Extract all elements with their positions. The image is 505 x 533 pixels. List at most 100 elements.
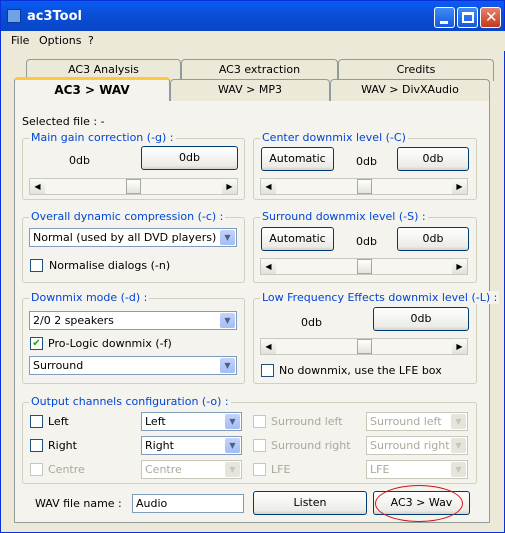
no-downmix-label: No downmix, use the LFE box <box>279 364 442 377</box>
surround-right-checkbox[interactable] <box>253 439 266 452</box>
slider-thumb[interactable] <box>356 339 372 354</box>
tab-ac3-extraction[interactable]: AC3 extraction <box>181 59 338 81</box>
left-channel-select[interactable]: Left ▼ <box>141 412 242 431</box>
surround-slider[interactable]: ◀ ▶ <box>260 258 468 275</box>
dynamic-compression-select[interactable]: Normal (used by all DVD players) ▼ <box>29 228 237 247</box>
prologic-variant-value: Surround <box>33 359 84 372</box>
chevron-down-icon[interactable]: ▼ <box>451 414 466 429</box>
chevron-down-icon[interactable]: ▼ <box>225 462 240 477</box>
main-gain-reset-button[interactable]: 0db <box>141 146 238 170</box>
lfe-checkbox[interactable] <box>253 463 266 476</box>
menu-bar: File Options ? <box>2 31 505 51</box>
chevron-down-icon[interactable]: ▼ <box>220 313 235 328</box>
scroll-right-icon[interactable]: ▶ <box>452 339 467 354</box>
main-gain-slider[interactable]: ◀ ▶ <box>29 178 238 195</box>
window-title: ac3Tool <box>27 9 82 24</box>
surround-reset-button[interactable]: 0db <box>397 227 469 251</box>
right-label: Right <box>48 439 77 452</box>
center-slider[interactable]: ◀ ▶ <box>260 178 468 195</box>
chevron-down-icon[interactable]: ▼ <box>225 438 240 453</box>
downmix-mode-value: 2/0 2 speakers <box>33 314 114 327</box>
slider-thumb[interactable] <box>356 179 372 194</box>
menu-file[interactable]: File <box>11 34 29 47</box>
menu-options[interactable]: Options <box>39 34 81 47</box>
maximize-icon <box>462 12 474 23</box>
chevron-down-icon[interactable]: ▼ <box>451 462 466 477</box>
dynamic-compression-group: Overall dynamic compression (-c) : <box>22 210 245 283</box>
wav-file-name-label: WAV file name : <box>35 497 122 510</box>
main-gain-label: Main gain correction (-g) : <box>29 131 176 144</box>
dynamic-compression-label: Overall dynamic compression (-c) : <box>29 210 226 223</box>
surround-right-channel-select[interactable]: Surround right ▼ <box>366 436 468 455</box>
surround-value: 0db <box>356 235 377 248</box>
listen-button[interactable]: Listen <box>253 491 367 515</box>
dynamic-compression-value: Normal (used by all DVD players) <box>33 231 217 244</box>
chevron-down-icon[interactable]: ▼ <box>220 230 235 245</box>
tab-credits[interactable]: Credits <box>338 59 494 81</box>
surround-automatic-button[interactable]: Automatic <box>261 227 334 251</box>
scroll-left-icon[interactable]: ◀ <box>261 179 276 194</box>
surround-left-checkbox[interactable] <box>253 415 266 428</box>
right-channel-select[interactable]: Right ▼ <box>141 436 242 455</box>
scroll-left-icon[interactable]: ◀ <box>261 339 276 354</box>
normalise-label: Normalise dialogs (-n) <box>49 259 171 272</box>
surround-downmix-label: Surround downmix level (-S) : <box>260 210 428 223</box>
centre-checkbox[interactable] <box>30 463 43 476</box>
maximize-button[interactable] <box>457 7 478 28</box>
normalise-checkbox[interactable] <box>30 259 43 272</box>
right-channel-value: Right <box>145 439 174 452</box>
prologic-checkbox[interactable]: ✔ <box>30 337 43 350</box>
lfe-downmix-label: Low Frequency Effects downmix level (-L)… <box>260 291 500 304</box>
scroll-right-icon[interactable]: ▶ <box>452 259 467 274</box>
chevron-down-icon[interactable]: ▼ <box>451 438 466 453</box>
main-gain-value: 0db <box>69 154 90 167</box>
lfe-channel-label: LFE <box>271 463 291 476</box>
chevron-down-icon[interactable]: ▼ <box>225 414 240 429</box>
right-checkbox[interactable] <box>30 439 43 452</box>
lfe-value: 0db <box>301 316 322 329</box>
centre-label: Centre <box>48 463 85 476</box>
selected-file-label: Selected file : - <box>22 115 105 128</box>
surround-right-channel-value: Surround right <box>370 439 450 452</box>
close-button[interactable]: ✕ <box>480 7 501 28</box>
lfe-slider[interactable]: ◀ ▶ <box>260 338 468 355</box>
downmix-mode-select[interactable]: 2/0 2 speakers ▼ <box>29 311 237 330</box>
minimize-icon <box>440 21 448 24</box>
center-automatic-button[interactable]: Automatic <box>261 147 334 171</box>
lfe-channel-value: LFE <box>370 463 390 476</box>
downmix-mode-label: Downmix mode (-d) : <box>29 291 150 304</box>
scroll-right-icon[interactable]: ▶ <box>222 179 237 194</box>
tab-ac3-wav[interactable]: AC3 > WAV <box>14 77 170 101</box>
left-checkbox[interactable] <box>30 415 43 428</box>
close-icon: ✕ <box>485 8 498 26</box>
slider-thumb[interactable] <box>356 259 372 274</box>
centre-channel-select[interactable]: Centre ▼ <box>141 460 242 479</box>
minimize-button[interactable] <box>434 7 455 28</box>
surround-left-label: Surround left <box>271 415 343 428</box>
menu-help[interactable]: ? <box>88 34 94 47</box>
app-window: ac3Tool ✕ File Options ? AC3 Analysis AC… <box>0 0 505 533</box>
surround-left-channel-value: Surround left <box>370 415 442 428</box>
center-downmix-label: Center downmix level (-C) <box>260 131 408 144</box>
chevron-down-icon[interactable]: ▼ <box>220 358 235 373</box>
title-bar[interactable]: ac3Tool ✕ <box>1 1 504 31</box>
lfe-reset-button[interactable]: 0db <box>373 307 469 331</box>
scroll-right-icon[interactable]: ▶ <box>452 179 467 194</box>
lfe-channel-select[interactable]: LFE ▼ <box>366 460 468 479</box>
prologic-variant-select[interactable]: Surround ▼ <box>29 356 237 375</box>
scroll-left-icon[interactable]: ◀ <box>30 179 45 194</box>
highlight-circle <box>375 485 463 522</box>
left-channel-value: Left <box>145 415 166 428</box>
output-channels-label: Output channels configuration (-o) : <box>29 395 231 408</box>
center-reset-button[interactable]: 0db <box>397 147 469 171</box>
wav-file-name-input[interactable]: Audio <box>132 494 244 513</box>
tab-wav-divxaudio[interactable]: WAV > DivXAudio <box>330 79 490 101</box>
slider-thumb[interactable] <box>126 179 141 194</box>
scroll-left-icon[interactable]: ◀ <box>261 259 276 274</box>
tab-wav-mp3[interactable]: WAV > MP3 <box>170 79 330 101</box>
centre-channel-value: Centre <box>145 463 182 476</box>
app-icon <box>7 9 21 23</box>
surround-right-label: Surround right <box>271 439 351 452</box>
surround-left-channel-select[interactable]: Surround left ▼ <box>366 412 468 431</box>
no-downmix-checkbox[interactable] <box>261 364 274 377</box>
